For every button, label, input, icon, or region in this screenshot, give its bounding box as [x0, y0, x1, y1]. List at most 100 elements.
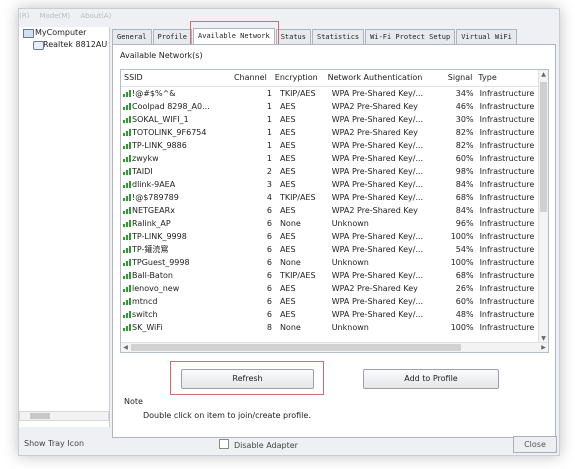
cell-type: Infrastructure [479, 323, 535, 332]
table-row[interactable]: Ralink_AP 6 None Unknown 96% Infrastructure [121, 217, 539, 230]
tab-general[interactable]: General [112, 29, 152, 44]
cell-type: Infrastructure [479, 102, 535, 111]
cell-ssid: zwykw [121, 152, 236, 165]
tab-bar: General Profile Available Network Status… [112, 28, 518, 44]
signal-icon [123, 311, 131, 318]
table-row[interactable]: TAIDI 2 AES WPA Pre-Shared Key/... 98% Infras… [121, 165, 539, 178]
cell-ssid: TOTOLINK_9F6754 [121, 126, 236, 139]
tree-item-mycomputer[interactable]: MyComputer [19, 27, 109, 39]
scroll-thumb[interactable] [30, 413, 50, 419]
signal-icon [123, 90, 131, 97]
table-row[interactable]: lenovo_new 6 AES WPA2 Pre-Shared Key 26% Infr… [121, 282, 539, 295]
table-row[interactable]: SOKAL_WIFI_1 1 AES WPA Pre-Shared Key/... 30… [121, 113, 539, 126]
column-header-ssid[interactable]: SSID [121, 70, 230, 86]
ssid-text: TP-LINK_9886 [132, 141, 187, 150]
column-header-encryption[interactable]: Encryption [275, 70, 328, 86]
column-header-channel[interactable]: Channel [230, 70, 275, 86]
cell-type: Infrastructure [479, 245, 535, 254]
ssid-text: Ralink_AP [132, 219, 171, 228]
disable-adapter-checkbox[interactable] [219, 439, 229, 449]
table-row[interactable]: !@#$%^& 1 TKIP/AES WPA Pre-Shared Key/... 34… [121, 87, 539, 100]
cell-encryption: AES [279, 284, 296, 293]
cell-channel: 1 [266, 141, 272, 150]
table-row[interactable]: NETGEARx 6 AES WPA2 Pre-Shared Key 84% Infras… [121, 204, 539, 217]
scroll-thumb[interactable] [540, 82, 547, 212]
cell-channel: 1 [266, 154, 272, 163]
menu-about[interactable]: About(A) [80, 12, 111, 20]
cell-auth: Unknown [331, 323, 369, 332]
cell-channel: 6 [266, 271, 272, 280]
table-row[interactable]: TPGuest_9998 6 None Unknown 100% Infrastructu… [121, 256, 539, 269]
cell-type: Infrastructure [479, 89, 535, 98]
cell-auth: WPA Pre-Shared Key/... [331, 89, 424, 98]
signal-icon [123, 181, 131, 188]
network-list[interactable]: SSID Channel Encryption Network Authenti… [120, 69, 549, 353]
cell-signal: 68% [455, 193, 474, 202]
table-row[interactable]: SK_WiFi 8 None Unknown 100% Infrastructure [121, 321, 539, 334]
ssid-text: switch [132, 310, 158, 319]
wireless-adapter-icon [33, 41, 44, 50]
list-horizontal-scrollbar[interactable]: ◀ ▶ [121, 342, 548, 352]
cell-auth: Unknown [331, 219, 369, 228]
tab-wifi-protect-setup[interactable]: Wi-Fi Protect Setup [365, 29, 456, 44]
cell-ssid: SK_WiFi [121, 321, 236, 334]
list-vertical-scrollbar[interactable]: ▲ ▼ [538, 70, 548, 343]
cell-channel: 6 [266, 284, 272, 293]
table-row[interactable]: TP-LINK_9998 6 AES WPA Pre-Shared Key/... 10… [121, 230, 539, 243]
section-title: Available Network(s) [120, 51, 203, 60]
signal-icon [123, 272, 131, 279]
menu-mode[interactable]: Mode(M) [40, 12, 71, 20]
scroll-thumb[interactable] [131, 344, 461, 351]
scroll-up-arrow-icon[interactable]: ▲ [539, 70, 548, 79]
table-row[interactable]: zwykw 1 AES WPA Pre-Shared Key/... 60% Infras… [121, 152, 539, 165]
table-row[interactable]: TP-鑵涜窵 6 AES WPA Pre-Shared Key/... 54% Infra… [121, 243, 539, 256]
tab-statistics[interactable]: Statistics [311, 29, 365, 44]
column-header-signal[interactable]: Signal [440, 70, 478, 86]
tab-profile[interactable]: Profile [152, 29, 193, 44]
cell-auth: WPA Pre-Shared Key/... [331, 245, 424, 254]
tree-item-adapter[interactable]: Realtek 8812AU [19, 39, 109, 51]
column-header-auth[interactable]: Network Authentication [328, 70, 440, 86]
disable-adapter-option[interactable]: Disable Adapter [219, 439, 298, 450]
table-row[interactable]: dlink-9AEA 3 AES WPA Pre-Shared Key/... 84% I… [121, 178, 539, 191]
ssid-text: !@#$%^& [132, 89, 176, 98]
cell-type: Infrastructure [479, 206, 535, 215]
menu-refresh[interactable]: (R) [19, 12, 29, 20]
refresh-button[interactable]: Refresh [181, 369, 314, 389]
ssid-text: TOTOLINK_9F6754 [132, 128, 207, 137]
scroll-left-arrow-icon[interactable]: ◀ [121, 343, 130, 352]
tab-virtual-wifi[interactable]: Virtual WiFi [456, 29, 517, 44]
signal-icon [123, 246, 131, 253]
note-text: Double click on item to join/create prof… [143, 411, 311, 420]
close-button[interactable]: Close [513, 436, 557, 453]
table-row[interactable]: Coolpad 8298_A0... 1 AES WPA2 Pre-Shared Ke… [121, 100, 539, 113]
cell-signal: 96% [455, 219, 474, 228]
cell-ssid: NETGEARx [121, 204, 236, 217]
cell-auth: WPA Pre-Shared Key/... [331, 115, 424, 124]
cell-ssid: dlink-9AEA [121, 178, 236, 191]
show-tray-icon-option[interactable]: Show Tray Icon [24, 439, 84, 448]
cell-type: Infrastructure [479, 154, 535, 163]
menubar: (R) Mode(M) About(A) [19, 9, 559, 23]
note-heading: Note [124, 397, 143, 406]
column-header-type[interactable]: Type [478, 70, 539, 86]
cell-ssid: mtncd [121, 295, 236, 308]
network-rows: !@#$%^& 1 TKIP/AES WPA Pre-Shared Key/... 34… [121, 87, 539, 334]
table-row[interactable]: mtncd 6 AES WPA Pre-Shared Key/... 60% Infras… [121, 295, 539, 308]
scroll-right-arrow-icon[interactable]: ▶ [539, 343, 548, 352]
add-to-profile-button[interactable]: Add to Profile [363, 369, 499, 389]
table-row[interactable]: !@$789789 4 TKIP/AES WPA Pre-Shared Key/...… [121, 191, 539, 204]
cell-encryption: AES [279, 102, 296, 111]
tab-status[interactable]: Status [275, 29, 311, 44]
table-row[interactable]: TOTOLINK_9F6754 1 AES WPA2 Pre-Shared Key 82… [121, 126, 539, 139]
tree-horizontal-scrollbar[interactable] [19, 411, 109, 421]
table-row[interactable]: TP-LINK_9886 1 AES WPA Pre-Shared Key/... 82… [121, 139, 539, 152]
ssid-text: SOKAL_WIFI_1 [132, 115, 189, 124]
cell-auth: WPA Pre-Shared Key/... [331, 271, 424, 280]
table-row[interactable]: switch 6 AES WPA Pre-Shared Key/... 48% Infra… [121, 308, 539, 321]
ssid-text: TPGuest_9998 [132, 258, 190, 267]
cell-type: Infrastructure [479, 232, 535, 241]
table-row[interactable]: Ball-Baton 6 TKIP/AES WPA Pre-Shared Key/..… [121, 269, 539, 282]
cell-signal: 60% [455, 297, 474, 306]
available-network-panel: Available Network(s) SSID Channel Encryp… [112, 44, 556, 438]
